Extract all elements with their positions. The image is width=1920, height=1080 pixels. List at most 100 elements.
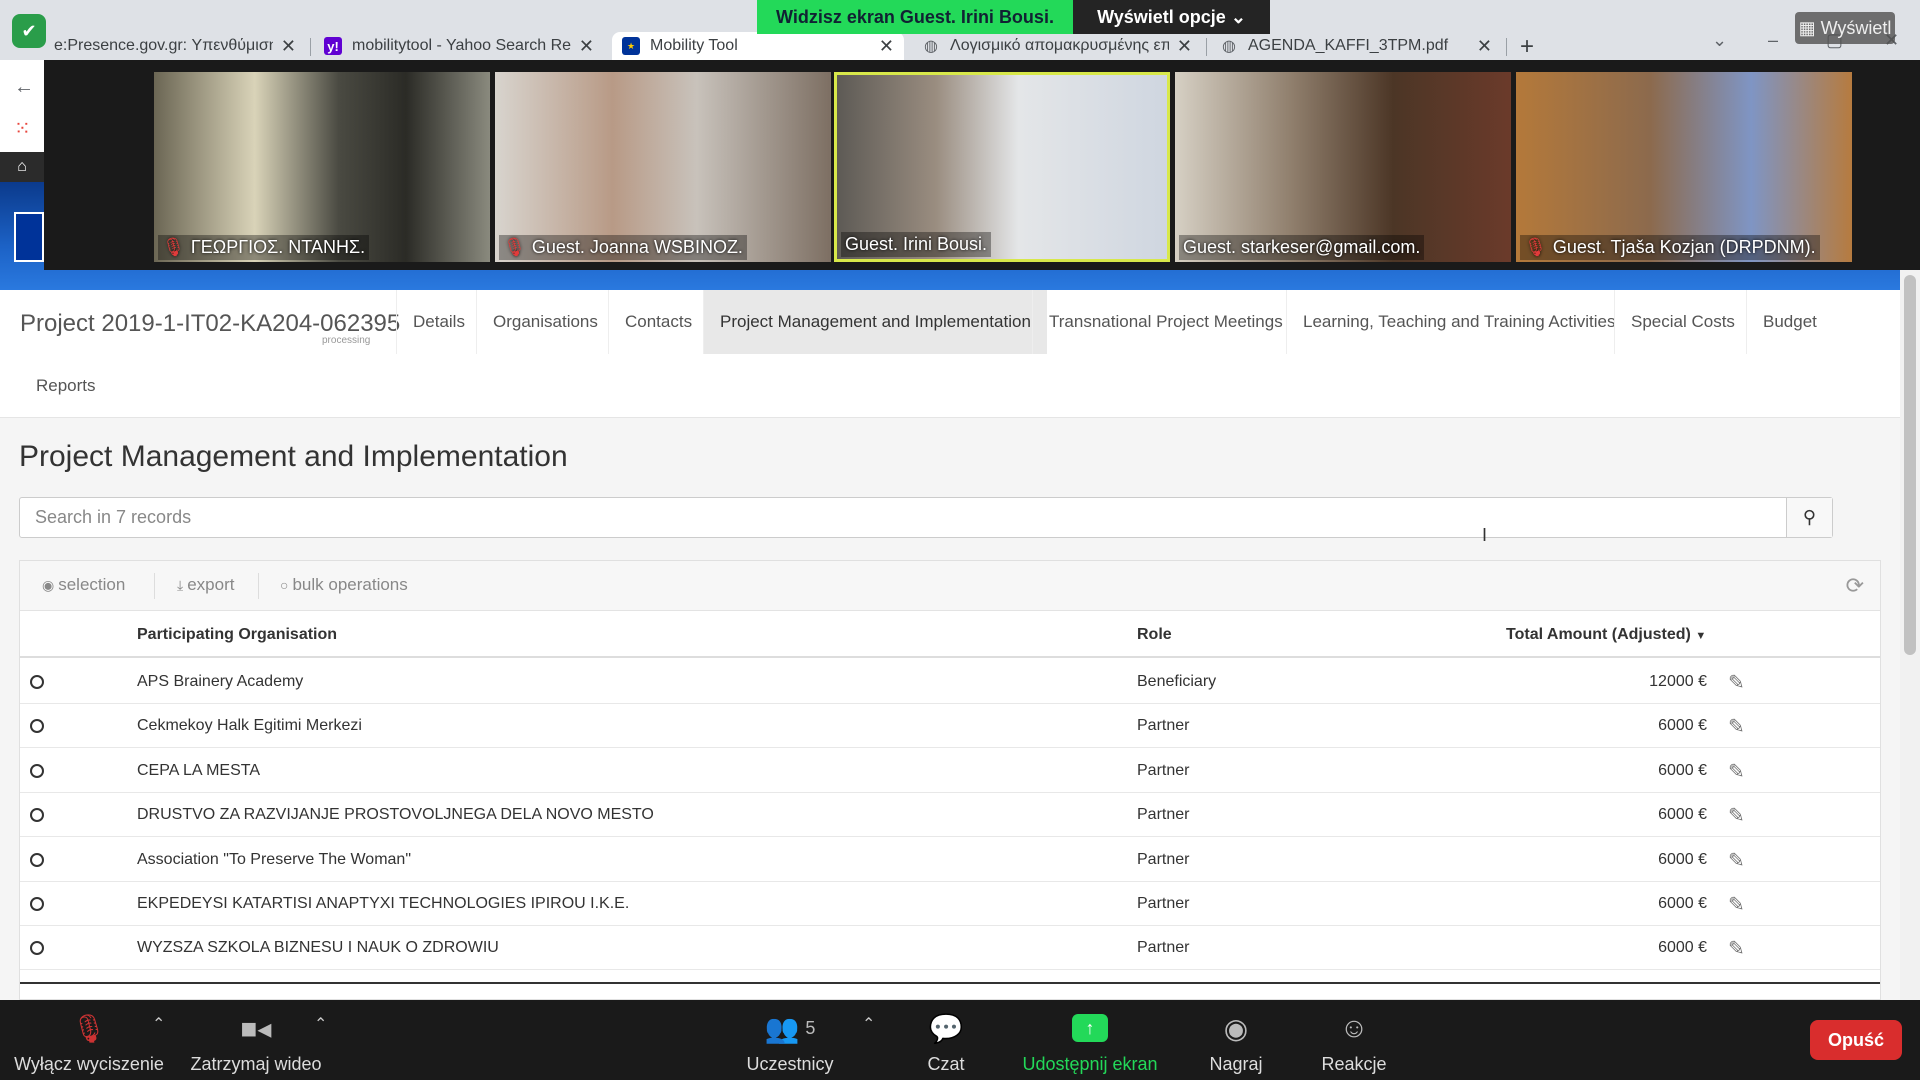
home-icon[interactable]: ⌂	[0, 152, 44, 182]
row-select-radio[interactable]	[30, 719, 44, 734]
participant-label: Guest. starkeser@gmail.com.	[1179, 235, 1425, 260]
row-select-radio[interactable]	[30, 897, 44, 911]
tab-project-management[interactable]: Project Management and Implementation	[703, 290, 1047, 354]
chevron-up-icon[interactable]: ⌃	[152, 1014, 165, 1034]
tab-remote-software[interactable]: ◍ Λογισμικό απομακρυσμένης επι ✕	[912, 32, 1202, 60]
sort-desc-icon: ▼	[1695, 630, 1707, 642]
tab-contacts[interactable]: Contacts	[608, 290, 708, 354]
tab-title: Mobility Tool	[650, 37, 738, 54]
tab-yahoo[interactable]: y! mobilitytool - Yahoo Search Resu ✕	[314, 32, 604, 60]
row-select-radio[interactable]	[30, 763, 44, 778]
video-tile[interactable]: 🎙 ΓΕΩΡΓΙΟΣ. ΝΤΑΝΗΣ.	[154, 72, 490, 262]
search-bar: ⚲	[19, 497, 1833, 538]
view-options-button[interactable]: Wyświetl opcje ⌄	[1073, 0, 1270, 34]
row-select-radio[interactable]	[30, 941, 44, 956]
close-icon[interactable]: ✕	[1477, 36, 1492, 57]
table-row[interactable]: Cekmekoy Halk Egitimi Merkezi Partner 6000…	[20, 704, 1880, 749]
column-header-organisation[interactable]: Participating Organisation	[137, 626, 337, 644]
tab-transnational-meetings[interactable]: Transnational Project Meetings	[1032, 290, 1299, 354]
leave-button[interactable]: Opuść	[1810, 1020, 1902, 1060]
role-cell: Partner	[1137, 850, 1190, 868]
tab-organisations[interactable]: Organisations	[476, 290, 614, 354]
chat-button[interactable]: 💬 Czat	[906, 1010, 986, 1075]
view-options-label: Wyświetl opcje	[1097, 6, 1226, 27]
video-tile[interactable]: Guest. starkeser@gmail.com.	[1175, 72, 1511, 262]
video-gallery: 🎙 ΓΕΩΡΓΙΟΣ. ΝΤΑΝΗΣ. 🎙 Guest. Joanna WSBINO…	[44, 60, 1920, 270]
mobility-tool-page: Project 2019-1-IT02-KA204-062395 process…	[0, 290, 1900, 1000]
edit-pencil-icon[interactable]: ✎	[1728, 714, 1745, 739]
text-cursor-icon: I	[1482, 525, 1488, 545]
close-icon[interactable]: ✕	[281, 36, 296, 57]
chevron-down-icon[interactable]: ⌄	[1712, 30, 1727, 51]
grid-icon: ▦	[1798, 17, 1816, 38]
table-row[interactable]: DRUSTVO ZA RAZVIJANJE PROSTOVOLJNEGA DEL…	[20, 793, 1880, 838]
minimize-icon[interactable]: –	[1768, 30, 1778, 51]
muted-mic-icon: 🎙	[1524, 237, 1547, 257]
record-icon: ◉	[1223, 1012, 1249, 1044]
table-row[interactable]: WYZSZA SZKOLA BIZNESU I NAUK O ZDROWIU Pa…	[20, 926, 1880, 971]
role-cell: Partner	[1137, 806, 1190, 824]
selection-button[interactable]: ◉ selection	[42, 575, 125, 595]
video-tile[interactable]: 🎙 Guest. Joanna WSBINOZ.	[495, 72, 831, 262]
row-select-radio[interactable]	[30, 852, 44, 867]
refresh-icon[interactable]: ⟳	[1846, 573, 1864, 599]
close-icon[interactable]: ✕	[579, 36, 594, 57]
table-footer-divider	[20, 982, 1880, 984]
back-arrow-icon[interactable]: ←	[14, 76, 34, 99]
tab-mobility-tool[interactable]: ★ Mobility Tool ✕	[612, 32, 904, 60]
search-input[interactable]	[20, 498, 1832, 537]
edit-pencil-icon[interactable]: ✎	[1728, 892, 1745, 917]
eu-flag-icon: ★	[622, 37, 640, 55]
bulk-operations-button[interactable]: ○ bulk operations	[280, 575, 408, 595]
record-button[interactable]: ◉ Nagraj	[1196, 1010, 1276, 1075]
scrollbar-thumb[interactable]	[1904, 275, 1916, 655]
tab-details[interactable]: Details	[396, 290, 481, 354]
table-row[interactable]: CEPA LA MESTA Partner 6000 € ✎	[20, 749, 1880, 793]
tab-title: Λογισμικό απομακρυσμένης επι	[950, 37, 1169, 54]
screen: ✔ e:Presence.gov.gr: Υπενθύμιση Π ✕ y! m…	[0, 0, 1920, 1080]
muted-mic-icon: 🎙	[71, 1012, 107, 1044]
search-button[interactable]: ⚲	[1786, 498, 1832, 537]
reactions-button[interactable]: ☺ Reakcje	[1314, 1010, 1394, 1075]
shield-icon[interactable]: ✔	[12, 14, 46, 48]
tab-epresence[interactable]: e:Presence.gov.gr: Υπενθύμιση Π ✕	[44, 32, 306, 60]
amount-cell: 6000 €	[1658, 761, 1707, 779]
video-camera-icon: ■◂	[240, 1012, 272, 1044]
organisation-cell: DRUSTVO ZA RAZVIJANJE PROSTOVOLJNEGA DEL…	[137, 806, 654, 824]
column-header-amount[interactable]: Total Amount (Adjusted) ▼	[1506, 626, 1706, 644]
apps-grid-icon[interactable]: ⁙	[14, 116, 31, 141]
table-row[interactable]: APS Brainery Academy Beneficiary 12000 € ✎	[20, 660, 1880, 704]
edit-pencil-icon[interactable]: ✎	[1728, 848, 1745, 873]
edit-pencil-icon[interactable]: ✎	[1728, 936, 1745, 961]
edit-pencil-icon[interactable]: ✎	[1728, 759, 1745, 784]
share-screen-button[interactable]: ↑ Udostępnij ekran	[1010, 1010, 1170, 1075]
unmute-button[interactable]: 🎙 Wyłącz wyciszenie	[14, 1010, 164, 1075]
column-header-role[interactable]: Role	[1137, 626, 1172, 644]
tab-agenda-pdf[interactable]: ◍ AGENDA_KAFFI_3TPM.pdf ✕	[1210, 32, 1502, 60]
edit-pencil-icon[interactable]: ✎	[1728, 670, 1745, 695]
amount-cell: 6000 €	[1658, 717, 1707, 735]
chevron-up-icon[interactable]: ⌃	[862, 1014, 875, 1034]
tab-special-costs[interactable]: Special Costs	[1614, 290, 1751, 354]
participants-button[interactable]: 👥 5 Uczestnicy	[740, 1010, 840, 1075]
view-button[interactable]: ▦ Wyświetl	[1795, 12, 1895, 44]
stop-video-button[interactable]: ■◂ Zatrzymaj wideo	[186, 1010, 326, 1075]
new-tab-button[interactable]: +	[1520, 33, 1534, 61]
table-row[interactable]: EKPEDEYSI KATARTISI ANAPTYXI TECHNOLOGIE…	[20, 882, 1880, 926]
chevron-up-icon[interactable]: ⌃	[314, 1014, 327, 1034]
tab-reports[interactable]: Reports	[20, 354, 112, 418]
table-row[interactable]: Association "To Preserve The Woman" Partn…	[20, 838, 1880, 882]
video-tile[interactable]: 🎙 Guest. Tjaša Kozjan (DRPDNM).	[1516, 72, 1852, 262]
table-toolbar: ◉ selection ⤓ export ○ bulk operations ⟳	[20, 561, 1880, 611]
role-cell: Partner	[1137, 939, 1190, 957]
tab-learning-activities[interactable]: Learning, Teaching and Training Activiti…	[1286, 290, 1632, 354]
row-select-radio[interactable]	[30, 675, 44, 689]
edit-pencil-icon[interactable]: ✎	[1728, 803, 1745, 828]
video-tile-active-speaker[interactable]: Guest. Irini Bousi.	[834, 72, 1170, 262]
close-icon[interactable]: ✕	[879, 36, 894, 57]
close-icon[interactable]: ✕	[1177, 36, 1192, 57]
export-button[interactable]: ⤓ export	[177, 575, 234, 595]
amount-cell: 6000 €	[1658, 806, 1707, 824]
tab-budget[interactable]: Budget	[1746, 290, 1833, 354]
row-select-radio[interactable]	[30, 808, 44, 823]
